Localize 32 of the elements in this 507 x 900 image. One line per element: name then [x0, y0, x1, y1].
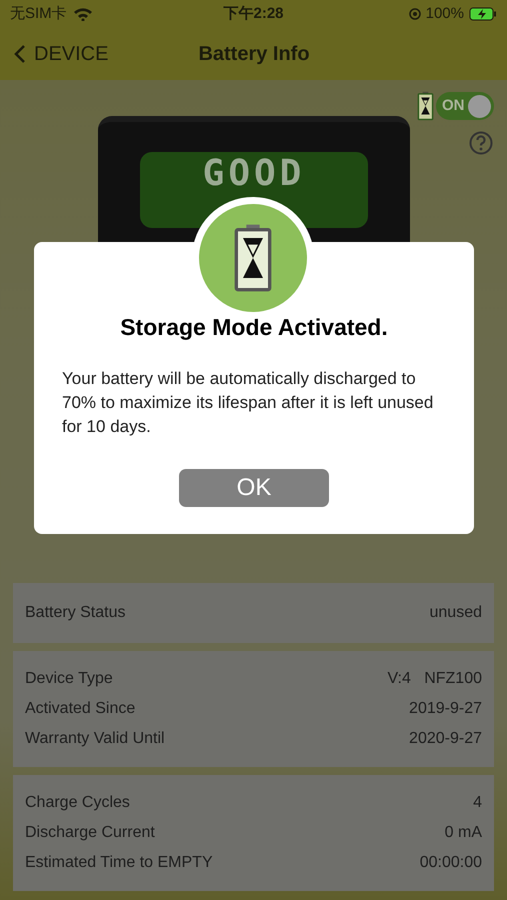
- row-label: Activated Since: [25, 699, 136, 719]
- row-value: unused: [430, 603, 482, 623]
- rotation-lock-icon: [408, 8, 421, 20]
- row-label: Device Type: [25, 669, 113, 689]
- page-title: Battery Info: [198, 42, 310, 67]
- clock-text: 下午2:28: [223, 4, 284, 24]
- row-value: 00:00:00: [420, 853, 482, 873]
- carrier-text: 无SIM卡: [10, 4, 67, 24]
- row-value: V:4 NFZ100: [387, 669, 482, 689]
- back-button[interactable]: DEVICE: [14, 39, 108, 69]
- dialog-message: Your battery will be automatically discharged to 70% to maximize its lifespan after it is left unused for 10 days.: [61, 368, 434, 438]
- battery-percent-text: 100%: [426, 4, 464, 24]
- row-value: 0 mA: [444, 823, 482, 843]
- row-value: 2020-9-27: [409, 729, 482, 749]
- row-value: 2019-9-27: [409, 699, 482, 719]
- ok-button[interactable]: OK: [179, 468, 329, 506]
- display-text: GOOD: [202, 155, 306, 196]
- row-label: Battery Status: [25, 603, 126, 623]
- dialog-title: Storage Mode Activated.: [120, 313, 388, 342]
- help-icon[interactable]: [469, 131, 493, 155]
- wifi-icon: [72, 7, 93, 21]
- row-label: Discharge Current: [25, 823, 155, 843]
- storage-toggle[interactable]: ON: [436, 92, 494, 120]
- back-chevron-icon: [14, 44, 26, 64]
- toggle-knob: [468, 94, 491, 118]
- hourglass-battery-icon: [233, 223, 273, 293]
- row-label: Estimated Time to EMPTY: [25, 853, 213, 873]
- row-label: Charge Cycles: [25, 793, 130, 813]
- storage-mode-icon: [417, 91, 434, 121]
- row-label: Warranty Valid Until: [25, 729, 165, 749]
- row-value: 4: [473, 793, 482, 813]
- battery-charging-icon: [469, 7, 497, 21]
